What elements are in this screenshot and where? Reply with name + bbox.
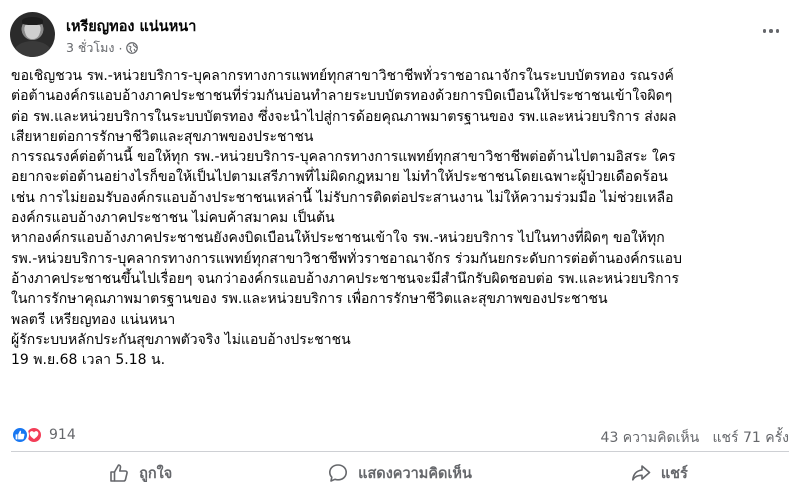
post-body-line: ต่อ รพ.และหน่วยบริการในระบบบัตรทอง ซึ่งจ… xyxy=(11,108,677,125)
comment-label: แสดงความคิดเห็น xyxy=(358,465,472,482)
stats-divider xyxy=(11,451,789,452)
post-body-line: หากองค์กรแอบอ้างภาคประชาชนยังคงบิดเบือนใ… xyxy=(11,230,665,247)
share-count[interactable]: แชร์ 71 ครั้ง xyxy=(713,430,789,446)
post-body-line: ขอเชิญชวน รพ.-หน่วยบริการ-บุคลากรทางการแ… xyxy=(11,68,674,84)
share-label: แชร์ xyxy=(660,465,688,482)
reactions-summary[interactable]: 914 xyxy=(11,426,76,444)
post-body-line: เสียหายต่อการรักษาชีวิตและสุขภาพของประชา… xyxy=(11,128,314,145)
post-body-line: ต่อต้านองค์กรแอบอ้างภาคประชาชนที่ร่วมกัน… xyxy=(11,88,673,105)
globe-icon[interactable] xyxy=(126,42,139,54)
post-body-line: การรณรงค์ต่อต้านนี้ ขอให้ทุก รพ.-หน่วยบร… xyxy=(11,149,676,166)
post-body: ขอเชิญชวน รพ.-หน่วยบริการ-บุคลากรทางการแ… xyxy=(11,66,791,370)
signature-name: พลตรี เหรียญทอง แน่นหนา xyxy=(11,311,176,328)
comment-icon xyxy=(329,464,348,482)
share-button[interactable]: แชร์ xyxy=(530,455,789,491)
author-name[interactable]: เหรียญทอง แน่นหนา xyxy=(66,15,196,38)
like-reaction-icon xyxy=(11,426,29,444)
share-arrow-icon xyxy=(631,465,651,481)
engagement-counts: 43 ความคิดเห็น แชร์ 71 ครั้ง xyxy=(601,427,789,449)
meta-separator: · xyxy=(118,40,123,56)
post-meta: 3 ชั่วโมง · xyxy=(66,38,139,58)
post-header: เหรียญทอง แน่นหนา 3 ชั่วโมง · xyxy=(10,12,790,60)
thumbs-up-icon xyxy=(110,464,128,482)
post-body-line: องค์กรแอบอ้างภาคประชาชน ไม่คบค้าสมาคม เป… xyxy=(11,210,335,227)
facebook-post: เหรียญทอง แน่นหนา 3 ชั่วโมง · ขอเชิญชวน … xyxy=(0,0,800,498)
post-body-line: อยากจะต่อต้านอย่างไรก็ขอให้เป็นไปตามเสรี… xyxy=(11,169,668,186)
post-body-line: รพ.-หน่วยบริการ-บุคลากรทางการแพทย์ทุกสาข… xyxy=(11,250,682,267)
post-body-line: ในการรักษาคุณภาพมาตรฐานของ รพ.และหน่วยบร… xyxy=(11,291,608,308)
like-button[interactable]: ถูกใจ xyxy=(11,455,270,491)
avatar-shoulders xyxy=(14,41,51,57)
post-body-line: อ้างภาคประชาชนขึ้นไปเรื่อยๆ จนกว่าองค์กร… xyxy=(11,270,679,287)
avatar[interactable] xyxy=(10,12,55,57)
post-stats: 914 43 ความคิดเห็น แชร์ 71 ครั้ง xyxy=(11,425,789,447)
like-label: ถูกใจ xyxy=(139,465,173,482)
signature-title: ผู้รักระบบหลักประกันสุขภาพตัวจริง ไม่แอบ… xyxy=(11,331,351,348)
more-options-icon[interactable] xyxy=(760,20,782,42)
post-actions: ถูกใจ แสดงความคิดเห็น แชร์ xyxy=(11,455,789,491)
post-time[interactable]: 3 ชั่วโมง xyxy=(66,38,115,58)
avatar-cap xyxy=(22,17,43,25)
post-body-line: เช่น การไม่ยอมรับองค์กรแอบอ้างประชาชนเหล… xyxy=(11,189,674,206)
comment-count[interactable]: 43 ความคิดเห็น xyxy=(601,430,700,446)
post-date: 19 พ.ย.68 เวลา 5.18 น. xyxy=(11,352,166,369)
comment-button[interactable]: แสดงความคิดเห็น xyxy=(270,455,529,491)
reaction-count: 914 xyxy=(49,427,76,443)
